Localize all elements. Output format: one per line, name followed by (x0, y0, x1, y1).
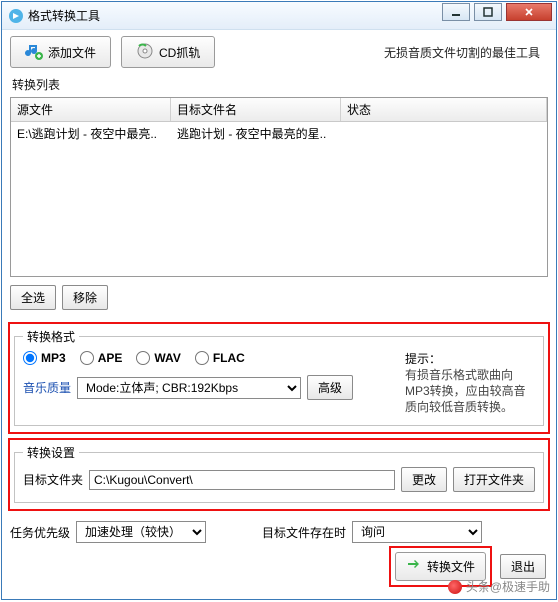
convert-label: 转换文件 (427, 558, 475, 575)
file-list: 源文件 目标文件名 状态 E:\逃跑计划 - 夜空中最亮.. 逃跑计划 - 夜空… (10, 97, 548, 277)
settings-highlight: 转换设置 目标文件夹 更改 打开文件夹 (8, 438, 550, 511)
app-icon (8, 8, 24, 24)
watermark: 头条@极速手助 (448, 578, 550, 595)
titlebar: 格式转换工具 (2, 2, 556, 30)
convert-icon (406, 557, 422, 576)
add-file-button[interactable]: 添加文件 (10, 36, 111, 68)
cell-source: E:\逃跑计划 - 夜空中最亮.. (11, 125, 171, 142)
cd-rip-label: CD抓轨 (159, 44, 200, 61)
add-file-label: 添加文件 (48, 44, 96, 61)
folder-input[interactable] (89, 470, 395, 490)
list-header: 源文件 目标文件名 状态 (11, 98, 547, 122)
settings-legend: 转换设置 (23, 444, 79, 461)
format-highlight: 转换格式 MP3 APE WAV FLAC 音乐质量 Mode:立体声; CBR… (8, 322, 550, 434)
options-row: 任务优先级 加速处理（较快） 目标文件存在时 询问 (2, 515, 556, 549)
list-actions: 全选 移除 (2, 277, 556, 318)
list-row[interactable]: E:\逃跑计划 - 夜空中最亮.. 逃跑计划 - 夜空中最亮的星.. (11, 122, 547, 145)
radio-flac[interactable]: FLAC (195, 351, 245, 365)
exit-button[interactable]: 退出 (500, 554, 546, 579)
hint-title: 提示： (405, 351, 535, 367)
col-target[interactable]: 目标文件名 (171, 98, 341, 121)
close-button[interactable] (506, 3, 552, 21)
convert-button[interactable]: 转换文件 (395, 552, 486, 581)
watermark-text: 头条@极速手助 (466, 578, 550, 595)
remove-button[interactable]: 移除 (62, 285, 108, 310)
priority-select[interactable]: 加速处理（较快） (76, 521, 206, 543)
radio-mp3[interactable]: MP3 (23, 351, 66, 365)
col-status[interactable]: 状态 (341, 98, 547, 121)
radio-wav[interactable]: WAV (136, 351, 180, 365)
maximize-button[interactable] (474, 3, 502, 21)
select-all-button[interactable]: 全选 (10, 285, 56, 310)
open-folder-button[interactable]: 打开文件夹 (453, 467, 535, 492)
minimize-button[interactable] (442, 3, 470, 21)
format-radio-group: MP3 APE WAV FLAC (23, 351, 391, 365)
hint-box: 提示： 有损音乐格式歌曲向MP3转换，应由较高音质向较低音质转换。 (405, 351, 535, 415)
format-fieldset: 转换格式 MP3 APE WAV FLAC 音乐质量 Mode:立体声; CBR… (14, 328, 544, 426)
cell-target: 逃跑计划 - 夜空中最亮的星.. (171, 125, 341, 142)
cell-status (341, 125, 547, 142)
priority-label: 任务优先级 (10, 524, 70, 541)
quality-label: 音乐质量 (23, 379, 71, 396)
music-add-icon (25, 42, 43, 63)
watermark-icon (448, 580, 462, 594)
radio-ape[interactable]: APE (80, 351, 123, 365)
app-window: 格式转换工具 添加文件 CD抓轨 无损音质文件切割的最佳工具 转换列表 源文件 … (1, 1, 557, 600)
window-controls (438, 3, 552, 21)
quality-select[interactable]: Mode:立体声; CBR:192Kbps (77, 377, 301, 399)
folder-label: 目标文件夹 (23, 471, 83, 488)
tagline: 无损音质文件切割的最佳工具 (384, 44, 548, 61)
format-legend: 转换格式 (23, 328, 79, 345)
toolbar: 添加文件 CD抓轨 无损音质文件切割的最佳工具 (2, 30, 556, 74)
window-title: 格式转换工具 (28, 7, 100, 24)
list-label: 转换列表 (2, 74, 556, 97)
advanced-button[interactable]: 高级 (307, 375, 353, 400)
cd-rip-button[interactable]: CD抓轨 (121, 36, 215, 68)
settings-fieldset: 转换设置 目标文件夹 更改 打开文件夹 (14, 444, 544, 503)
exists-select[interactable]: 询问 (352, 521, 482, 543)
hint-body: 有损音乐格式歌曲向MP3转换，应由较高音质向较低音质转换。 (405, 367, 535, 415)
exists-label: 目标文件存在时 (262, 524, 346, 541)
col-source[interactable]: 源文件 (11, 98, 171, 121)
change-folder-button[interactable]: 更改 (401, 467, 447, 492)
cd-icon (136, 42, 154, 63)
